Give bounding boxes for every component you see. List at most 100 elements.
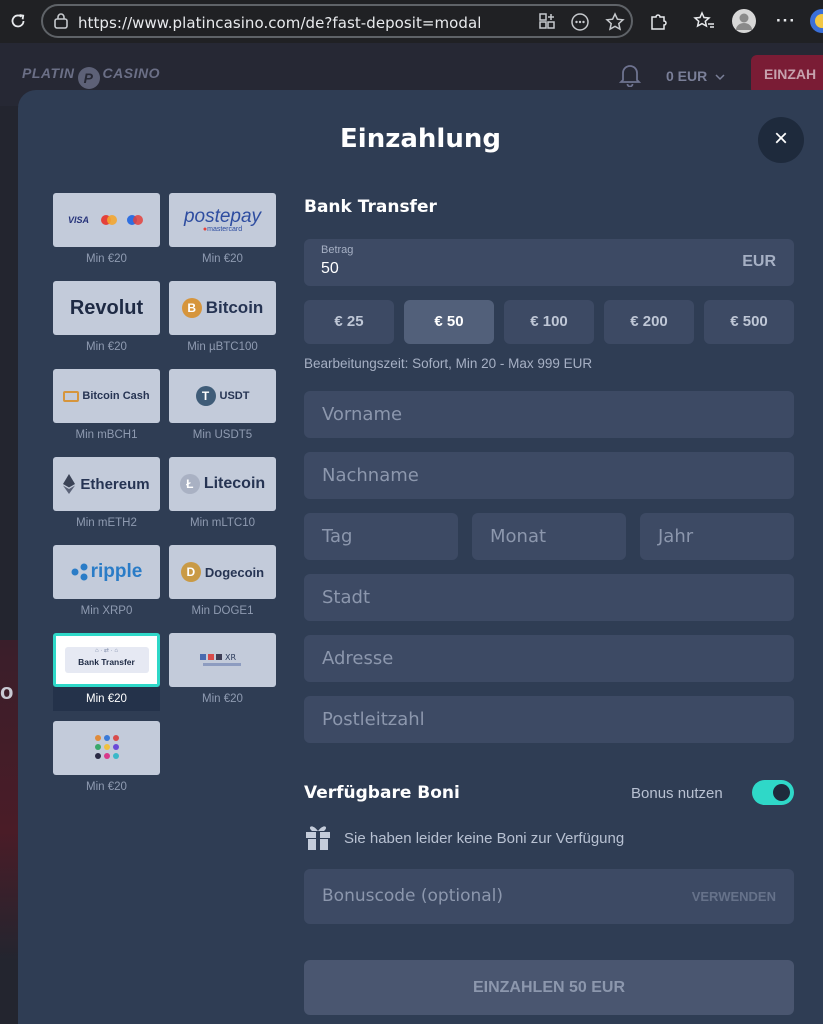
day-field[interactable]: Tag <box>304 513 458 560</box>
bank-logos-icon <box>94 735 119 759</box>
maestro-icon <box>127 215 143 225</box>
method-min: Min €20 <box>202 693 243 705</box>
deposit-modal: Einzahlung × VISA Min €20 postepay ●mast… <box>18 90 823 1024</box>
method-multi[interactable]: XR Min €20 <box>169 633 276 711</box>
last-name-field[interactable]: Nachname <box>304 452 794 499</box>
extensions-icon[interactable] <box>648 11 668 34</box>
method-cards[interactable]: VISA Min €20 <box>53 193 160 271</box>
preset-100[interactable]: € 100 <box>504 300 594 344</box>
mastercard-icon <box>101 215 117 225</box>
section-title: Bank Transfer <box>304 197 437 217</box>
method-min: Min €20 <box>53 687 160 711</box>
method-dogecoin[interactable]: D Dogecoin Min DOGE1 <box>169 545 276 623</box>
amount-currency: EUR <box>742 253 776 270</box>
ripple-icon <box>71 563 88 581</box>
method-min: Min €20 <box>86 253 127 265</box>
header-deposit-button[interactable]: EINZAH <box>751 55 823 95</box>
litecoin-logo: Ł Litecoin <box>169 457 276 511</box>
method-usdt[interactable]: T USDT Min USDT5 <box>169 369 276 447</box>
modal-title: Einzahlung <box>340 124 501 154</box>
apply-bonus-button[interactable]: VERWENDEN <box>692 869 776 924</box>
tether-icon: T <box>195 386 216 406</box>
bitcoin-logo: B Bitcoin <box>169 281 276 335</box>
cards-logo: VISA <box>53 193 160 247</box>
first-name-field[interactable]: Vorname <box>304 391 794 438</box>
favorite-star-icon[interactable] <box>605 12 625 36</box>
balance-dropdown[interactable]: 0 EUR <box>666 68 725 84</box>
preset-25[interactable]: € 25 <box>304 300 394 344</box>
method-litecoin[interactable]: Ł Litecoin Min mLTC10 <box>169 457 276 535</box>
method-min: Min DOGE1 <box>191 605 254 617</box>
method-min: Min mBCH1 <box>75 429 138 441</box>
method-revolut[interactable]: Revolut Min €20 <box>53 281 160 359</box>
dogecoin-logo: D Dogecoin <box>169 545 276 599</box>
method-bitcoin[interactable]: B Bitcoin Min µBTC100 <box>169 281 276 359</box>
method-min: Min €20 <box>86 781 127 793</box>
revolut-logo: Revolut <box>53 281 160 335</box>
close-button[interactable]: × <box>758 117 804 163</box>
method-bank-transfer[interactable]: ⌂ · ⇄ · ⌂ Bank Transfer Min €20 <box>53 633 160 711</box>
ethereum-icon <box>63 474 76 494</box>
settings-more-icon[interactable]: ··· <box>776 12 796 29</box>
preset-200[interactable]: € 200 <box>604 300 694 344</box>
bonus-toggle[interactable] <box>752 780 794 805</box>
preset-50[interactable]: € 50 <box>404 300 494 344</box>
app-available-icon[interactable] <box>538 12 556 34</box>
processing-info: Bearbeitungszeit: Sofort, Min 20 - Max 9… <box>304 356 593 371</box>
method-min: Min €20 <box>86 341 127 353</box>
method-min: Min mETH2 <box>76 517 137 529</box>
method-min: Min USDT5 <box>192 429 253 441</box>
address-field[interactable]: Adresse <box>304 635 794 682</box>
litecoin-icon: Ł <box>179 474 200 494</box>
year-field[interactable]: Jahr <box>640 513 794 560</box>
more-tools-icon[interactable] <box>570 12 590 36</box>
dogecoin-icon: D <box>180 562 201 582</box>
method-min: Min €20 <box>202 253 243 265</box>
bitcoin-icon: B <box>181 298 202 318</box>
multi-payment-logo: XR <box>169 633 276 687</box>
bank-transfer-logo: ⌂ · ⇄ · ⌂ Bank Transfer <box>53 633 160 687</box>
no-bonus-text: Sie haben leider keine Boni zur Verfügun… <box>344 830 625 847</box>
url-text[interactable]: https://www.platincasino.com/de?fast-dep… <box>78 14 481 32</box>
payment-logos-icon: XR <box>199 653 241 666</box>
usdt-logo: T USDT <box>169 369 276 423</box>
method-bitcoin-cash[interactable]: Bitcoin Cash Min mBCH1 <box>53 369 160 447</box>
preset-500[interactable]: € 500 <box>704 300 794 344</box>
svg-text:XR: XR <box>225 653 236 662</box>
amount-value[interactable]: 50 <box>321 260 339 278</box>
multi-banks-logo <box>53 721 160 775</box>
bonus-code-input[interactable]: Bonuscode (optional) VERWENDEN <box>304 869 794 924</box>
bonus-code-placeholder: Bonuscode (optional) <box>322 886 504 906</box>
bitcoin-cash-logo: Bitcoin Cash <box>53 369 160 423</box>
method-ripple[interactable]: ripple Min XRP0 <box>53 545 160 623</box>
chevron-down-icon <box>715 68 725 84</box>
background-text: o <box>0 679 14 704</box>
method-multi-banks[interactable]: Min €20 <box>53 721 160 799</box>
bonus-section-title: Verfügbare Boni <box>304 783 460 803</box>
bitcoin-cash-icon <box>63 390 80 402</box>
reload-icon[interactable] <box>9 12 27 33</box>
city-field[interactable]: Stadt <box>304 574 794 621</box>
address-bar[interactable]: https://www.platincasino.com/de?fast-dep… <box>41 4 633 38</box>
notification-bell-icon[interactable] <box>618 63 642 88</box>
bonus-toggle-label: Bonus nutzen <box>631 785 723 802</box>
zip-field[interactable]: Postleitzahl <box>304 696 794 743</box>
method-postepay[interactable]: postepay ●mastercard Min €20 <box>169 193 276 271</box>
site-logo[interactable]: PLATIN P CASINO <box>22 65 160 89</box>
submit-deposit-button[interactable]: EINZAHLEN 50 EUR <box>304 960 794 1015</box>
ethereum-logo: Ethereum <box>53 457 160 511</box>
ripple-logo: ripple <box>53 545 160 599</box>
profile-avatar[interactable] <box>731 8 757 37</box>
favorites-icon[interactable] <box>693 11 715 34</box>
site-info-icon[interactable] <box>53 12 69 34</box>
amount-input[interactable]: Betrag 50 EUR <box>304 239 794 286</box>
method-min: Min µBTC100 <box>187 341 258 353</box>
amount-label: Betrag <box>321 244 354 256</box>
copilot-icon[interactable] <box>808 8 823 37</box>
month-field[interactable]: Monat <box>472 513 626 560</box>
browser-toolbar: https://www.platincasino.com/de?fast-dep… <box>0 0 823 43</box>
bank-icons: ⌂ · ⇄ · ⌂ <box>95 648 118 654</box>
method-ethereum[interactable]: Ethereum Min mETH2 <box>53 457 160 535</box>
method-min: Min XRP0 <box>80 605 133 617</box>
gift-icon <box>304 821 332 851</box>
